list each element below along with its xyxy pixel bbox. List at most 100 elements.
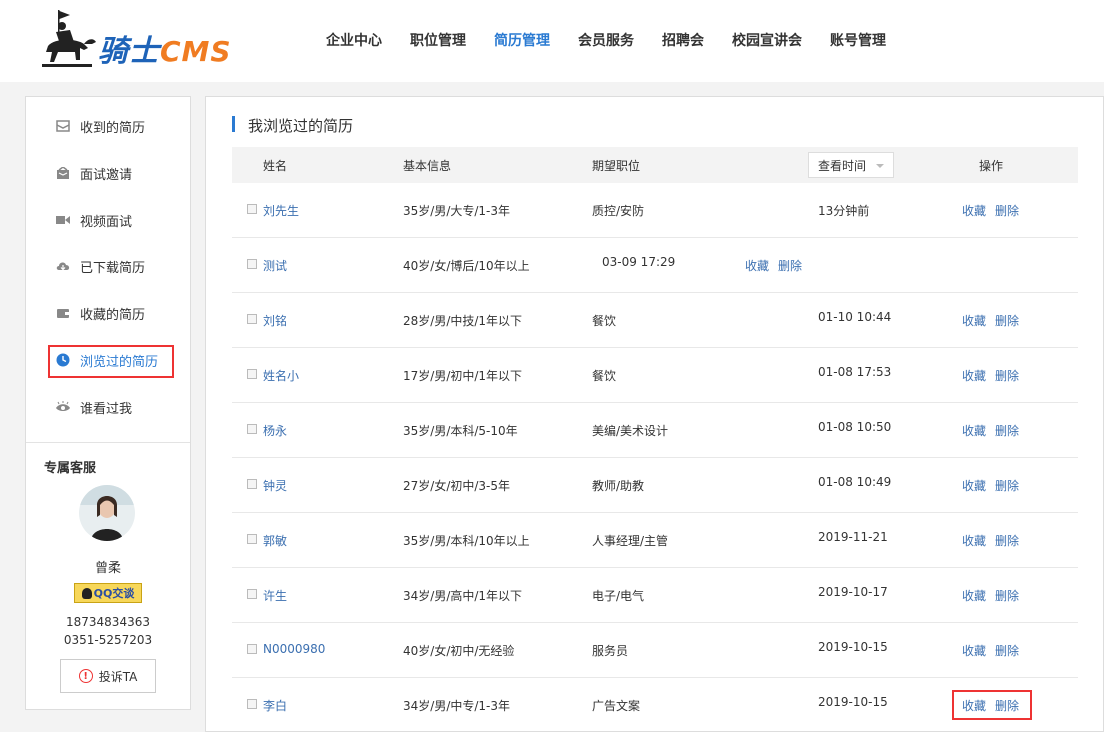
column-header-info: 基本信息 <box>403 159 452 173</box>
sidebar-item-label: 收到的简历 <box>80 120 146 136</box>
envelope-icon <box>56 166 70 180</box>
delete-link[interactable]: 删除 <box>995 587 1019 604</box>
top-header: 骑士CMS 企业中心 职位管理 简历管理 会员服务 招聘会 校园宣讲会 账号管理 <box>0 0 1104 82</box>
qq-chat-button[interactable]: QQ交谈 <box>74 583 142 603</box>
row-checkbox[interactable] <box>247 369 257 379</box>
knight-logo-icon <box>42 10 96 67</box>
nav-enterprise-center[interactable]: 企业中心 <box>326 30 382 50</box>
candidate-name-link[interactable]: 李白 <box>263 697 287 714</box>
complain-label: 投诉TA <box>98 669 138 684</box>
sidebar-item-favorite-resumes[interactable]: 收藏的简历 <box>26 298 190 328</box>
candidate-position: 服务员 <box>592 644 629 658</box>
candidate-position: 人事经理/主管 <box>592 534 669 548</box>
sidebar-item-video-interview[interactable]: 视频面试 <box>26 205 190 235</box>
logo[interactable]: 骑士CMS <box>40 8 231 74</box>
favorite-link[interactable]: 收藏 <box>962 367 986 384</box>
candidate-name-link[interactable]: 刘铭 <box>263 312 287 329</box>
candidate-name-link[interactable]: 杨永 <box>263 422 287 439</box>
delete-link[interactable]: 删除 <box>995 202 1019 219</box>
candidate-name-link[interactable]: 刘先生 <box>263 202 299 219</box>
candidate-info: 40岁/女/初中/无经验 <box>403 644 515 658</box>
table-row: 许生 34岁/男/高中/1年以下 电子/电气 2019-10-17 收藏 删除 <box>232 568 1078 623</box>
nav-job-fair[interactable]: 招聘会 <box>662 30 704 50</box>
complain-button[interactable]: ! 投诉TA <box>60 659 156 693</box>
sidebar-divider <box>26 442 190 443</box>
favorite-link[interactable]: 收藏 <box>962 697 986 714</box>
candidate-position: 教师/助教 <box>592 479 645 493</box>
candidate-name-link[interactable]: N0000980 <box>263 642 325 656</box>
nav-account-management[interactable]: 账号管理 <box>830 30 886 50</box>
qq-penguin-icon <box>81 587 92 599</box>
delete-link[interactable]: 删除 <box>995 532 1019 549</box>
delete-link[interactable]: 删除 <box>995 367 1019 384</box>
sidebar-item-received-resumes[interactable]: 收到的简历 <box>26 111 190 141</box>
column-header-position: 期望职位 <box>592 159 641 173</box>
row-checkbox[interactable] <box>247 644 257 654</box>
row-checkbox[interactable] <box>247 589 257 599</box>
view-time: 01-08 10:49 <box>818 475 892 489</box>
candidate-position: 美编/美术设计 <box>592 424 669 438</box>
favorite-link[interactable]: 收藏 <box>962 477 986 494</box>
candidate-info: 40岁/女/博后/10年以上 <box>403 259 530 273</box>
favorite-link[interactable]: 收藏 <box>745 257 769 274</box>
sidebar-item-label: 收藏的简历 <box>80 307 146 323</box>
delete-link[interactable]: 删除 <box>778 257 802 274</box>
candidate-name-link[interactable]: 郭敏 <box>263 532 287 549</box>
delete-link[interactable]: 删除 <box>995 477 1019 494</box>
delete-link[interactable]: 删除 <box>995 422 1019 439</box>
favorite-link[interactable]: 收藏 <box>962 587 986 604</box>
favorite-link[interactable]: 收藏 <box>962 422 986 439</box>
candidate-info: 34岁/男/高中/1年以下 <box>403 589 523 603</box>
cloud-download-icon <box>56 259 70 273</box>
favorite-link[interactable]: 收藏 <box>962 642 986 659</box>
row-checkbox[interactable] <box>247 699 257 709</box>
nav-resume-management[interactable]: 简历管理 <box>494 30 550 50</box>
row-checkbox[interactable] <box>247 424 257 434</box>
nav-job-management[interactable]: 职位管理 <box>410 30 466 50</box>
main-nav: 企业中心 职位管理 简历管理 会员服务 招聘会 校园宣讲会 账号管理 <box>326 30 914 50</box>
row-checkbox[interactable] <box>247 534 257 544</box>
table-row: 姓名小 17岁/男/初中/1年以下 餐饮 01-08 17:53 收藏 删除 <box>232 348 1078 403</box>
table-row: 李白 34岁/男/中专/1-3年 广告文案 2019-10-15 收藏 删除 <box>232 678 1078 732</box>
favorite-link[interactable]: 收藏 <box>962 312 986 329</box>
candidate-info: 35岁/男/大专/1-3年 <box>403 204 510 218</box>
sidebar-item-interview-invites[interactable]: 面试邀请 <box>26 158 190 188</box>
sidebar-item-label: 谁看过我 <box>80 401 133 417</box>
candidate-name-link[interactable]: 姓名小 <box>263 367 299 384</box>
row-checkbox[interactable] <box>247 259 257 269</box>
row-checkbox[interactable] <box>247 479 257 489</box>
view-time: 01-08 17:53 <box>818 365 892 379</box>
table-row: N0000980 40岁/女/初中/无经验 服务员 2019-10-15 收藏 … <box>232 623 1078 678</box>
service-name: 曾柔 <box>94 561 121 576</box>
sidebar-item-downloaded-resumes[interactable]: 已下载简历 <box>26 251 190 281</box>
selection-highlight-box <box>48 345 174 378</box>
chevron-down-icon <box>876 164 884 168</box>
row-checkbox[interactable] <box>247 314 257 324</box>
row-checkbox[interactable] <box>247 204 257 214</box>
qq-chat-label: QQ交谈 <box>93 587 135 600</box>
video-icon <box>56 213 70 227</box>
delete-link[interactable]: 删除 <box>995 642 1019 659</box>
delete-link[interactable]: 删除 <box>995 697 1019 714</box>
nav-member-service[interactable]: 会员服务 <box>578 30 634 50</box>
candidate-info: 17岁/男/初中/1年以下 <box>403 369 523 383</box>
favorite-link[interactable]: 收藏 <box>962 532 986 549</box>
nav-campus-talk[interactable]: 校园宣讲会 <box>732 30 802 50</box>
candidate-info: 27岁/女/初中/3-5年 <box>403 479 510 493</box>
sort-select-label: 查看时间 <box>818 158 867 173</box>
table-row: 测试 40岁/女/博后/10年以上 03-09 17:29 收藏 删除 <box>232 238 1078 293</box>
sidebar-item-viewed-resumes[interactable]: 浏览过的简历 <box>26 345 190 378</box>
table-row: 刘铭 28岁/男/中技/1年以下 餐饮 01-10 10:44 收藏 删除 <box>232 293 1078 348</box>
candidate-name-link[interactable]: 钟灵 <box>263 477 287 494</box>
sidebar-item-label: 视频面试 <box>80 214 133 230</box>
candidate-position: 餐饮 <box>592 369 617 383</box>
sort-by-view-time-select[interactable]: 查看时间 <box>808 152 894 178</box>
favorite-link[interactable]: 收藏 <box>962 202 986 219</box>
wallet-icon <box>56 306 70 320</box>
candidate-position: 餐饮 <box>592 314 617 328</box>
sidebar-item-who-viewed-me[interactable]: 谁看过我 <box>26 392 190 422</box>
candidate-name-link[interactable]: 许生 <box>263 587 287 604</box>
delete-link[interactable]: 删除 <box>995 312 1019 329</box>
candidate-name-link[interactable]: 测试 <box>263 257 287 274</box>
table-row: 钟灵 27岁/女/初中/3-5年 教师/助教 01-08 10:49 收藏 删除 <box>232 458 1078 513</box>
